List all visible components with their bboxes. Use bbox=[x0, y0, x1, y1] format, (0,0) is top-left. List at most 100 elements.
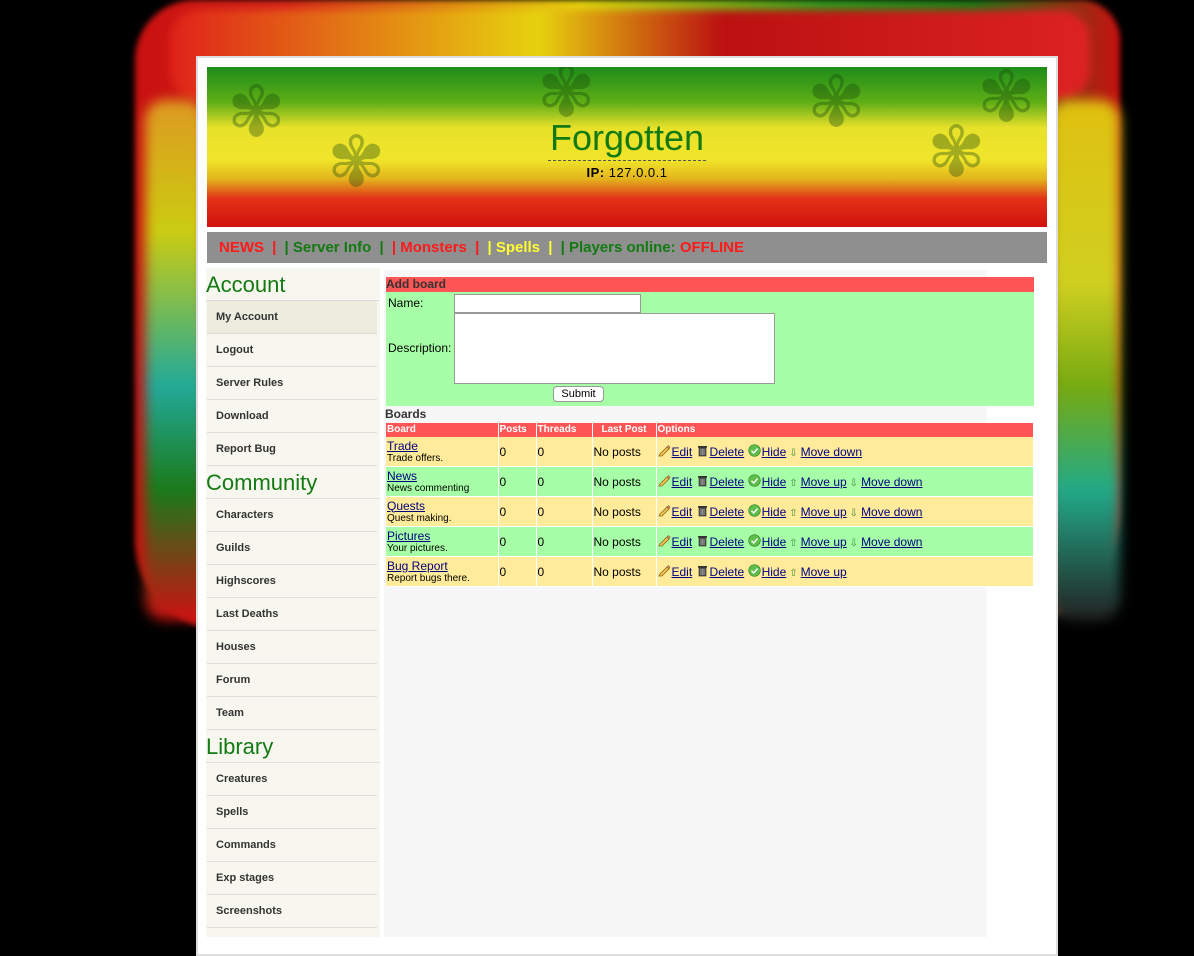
sidebar-item-download[interactable]: Download bbox=[207, 400, 377, 433]
hide-icon[interactable] bbox=[747, 444, 762, 459]
nav-separator: | bbox=[548, 239, 553, 256]
nav-separator: | bbox=[272, 239, 277, 256]
nav-monsters[interactable]: Monsters bbox=[400, 239, 467, 256]
table-row: Bug Report Report bugs there. 0 0 No posts Ed… bbox=[386, 556, 1034, 587]
board-name-link[interactable]: Quests bbox=[387, 499, 497, 513]
sidebar-item-logout[interactable]: Logout bbox=[207, 334, 377, 367]
add-board-heading: Add board bbox=[386, 277, 1034, 292]
boards-heading: Boards bbox=[385, 407, 427, 421]
arrow-down-icon[interactable]: ⇩ bbox=[850, 508, 858, 519]
delete-icon[interactable] bbox=[696, 445, 710, 459]
move-down-link[interactable]: Move down bbox=[861, 535, 922, 549]
delete-link[interactable]: Delete bbox=[710, 565, 745, 579]
hide-link[interactable]: Hide bbox=[762, 475, 787, 489]
move-up-link[interactable]: Move up bbox=[801, 535, 847, 549]
delete-link[interactable]: Delete bbox=[710, 445, 745, 459]
top-navigation: NEWS | | Server Info | | Monsters | | Sp… bbox=[207, 232, 1047, 263]
board-description: Report bugs there. bbox=[387, 572, 470, 584]
board-name-link[interactable]: Trade bbox=[387, 439, 497, 453]
sidebar-item-screenshots[interactable]: Screenshots bbox=[207, 895, 377, 928]
edit-link[interactable]: Edit bbox=[672, 505, 693, 519]
edit-link[interactable]: Edit bbox=[672, 535, 693, 549]
move-up-link[interactable]: Move up bbox=[801, 565, 847, 579]
delete-icon[interactable] bbox=[696, 505, 710, 519]
options-cell: Edit Delete Hide ⇧ Move up bbox=[656, 556, 1034, 587]
hide-icon[interactable] bbox=[747, 504, 762, 519]
boards-table: Board Posts Threads Last Post Options Tr… bbox=[386, 423, 1034, 587]
last-post-cell: No posts bbox=[592, 437, 657, 467]
options-cell: Edit Delete Hide ⇧ Move up ⇩ Move down bbox=[656, 496, 1034, 527]
last-post-cell: No posts bbox=[592, 556, 657, 587]
arrow-up-icon[interactable]: ⇧ bbox=[789, 568, 797, 579]
threads-cell: 0 bbox=[536, 496, 593, 527]
sidebar-item-team[interactable]: Team bbox=[207, 697, 377, 730]
board-name-link[interactable]: News bbox=[387, 469, 497, 483]
edit-link[interactable]: Edit bbox=[672, 565, 693, 579]
options-cell: Edit Delete Hide ⇩ Move down bbox=[656, 437, 1034, 467]
edit-icon[interactable] bbox=[657, 535, 672, 549]
hide-link[interactable]: Hide bbox=[762, 505, 787, 519]
delete-icon[interactable] bbox=[696, 475, 710, 489]
arrow-up-icon[interactable]: ⇧ bbox=[789, 508, 797, 519]
column-header: Threads bbox=[536, 423, 593, 437]
nav-spells[interactable]: Spells bbox=[496, 239, 540, 256]
arrow-up-icon[interactable]: ⇧ bbox=[789, 538, 797, 549]
site-banner: ✾ ✾ ✾ ✾ ✾ ✾ Forgotten IP: 127.0.0.1 bbox=[207, 67, 1047, 227]
sidebar-item-exp-stages[interactable]: Exp stages bbox=[207, 862, 377, 895]
edit-icon[interactable] bbox=[657, 475, 672, 489]
nav-separator: | bbox=[379, 239, 384, 256]
delete-icon[interactable] bbox=[696, 565, 710, 579]
sidebar-item-last-deaths[interactable]: Last Deaths bbox=[207, 598, 377, 631]
sidebar-item-forum[interactable]: Forum bbox=[207, 664, 377, 697]
delete-link[interactable]: Delete bbox=[710, 535, 745, 549]
arrow-down-icon[interactable]: ⇩ bbox=[789, 448, 797, 459]
hide-link[interactable]: Hide bbox=[762, 535, 787, 549]
arrow-up-icon[interactable]: ⇧ bbox=[789, 478, 797, 489]
board-description-textarea[interactable] bbox=[454, 313, 775, 384]
hide-link[interactable]: Hide bbox=[762, 445, 787, 459]
posts-cell: 0 bbox=[498, 437, 537, 467]
delete-icon[interactable] bbox=[696, 535, 710, 549]
move-down-link[interactable]: Move down bbox=[861, 475, 922, 489]
sidebar-item-highscores[interactable]: Highscores bbox=[207, 565, 377, 598]
board-name-link[interactable]: Pictures bbox=[387, 529, 497, 543]
submit-button[interactable]: Submit bbox=[553, 386, 604, 402]
last-post-cell: No posts bbox=[592, 466, 657, 497]
nav-news[interactable]: NEWS bbox=[219, 239, 264, 256]
sidebar-heading-account: Account bbox=[206, 268, 380, 301]
move-down-link[interactable]: Move down bbox=[801, 445, 862, 459]
edit-link[interactable]: Edit bbox=[672, 475, 693, 489]
edit-icon[interactable] bbox=[657, 445, 672, 459]
edit-link[interactable]: Edit bbox=[672, 445, 693, 459]
sidebar-item-creatures[interactable]: Creatures bbox=[207, 763, 377, 796]
sidebar-item-server-rules[interactable]: Server Rules bbox=[207, 367, 377, 400]
table-row: News News commenting 0 0 No posts Edit Delete… bbox=[386, 466, 1034, 497]
nav-server-info[interactable]: Server Info bbox=[293, 239, 371, 256]
move-up-link[interactable]: Move up bbox=[801, 505, 847, 519]
column-header: Last Post bbox=[592, 423, 657, 437]
board-cell: Trade Trade offers. bbox=[386, 437, 499, 467]
sidebar-item-characters[interactable]: Characters bbox=[207, 499, 377, 532]
sidebar-item-my-account[interactable]: My Account bbox=[207, 301, 377, 334]
move-up-link[interactable]: Move up bbox=[801, 475, 847, 489]
edit-icon[interactable] bbox=[657, 565, 672, 579]
sidebar: Account My Account Logout Server Rules D… bbox=[206, 268, 380, 937]
arrow-down-icon[interactable]: ⇩ bbox=[850, 538, 858, 549]
move-down-link[interactable]: Move down bbox=[861, 505, 922, 519]
hide-link[interactable]: Hide bbox=[762, 565, 787, 579]
board-cell: Pictures Your pictures. bbox=[386, 526, 499, 557]
hide-icon[interactable] bbox=[747, 474, 762, 489]
board-name-link[interactable]: Bug Report bbox=[387, 559, 497, 573]
sidebar-item-spells[interactable]: Spells bbox=[207, 796, 377, 829]
board-name-input[interactable] bbox=[454, 294, 641, 313]
delete-link[interactable]: Delete bbox=[710, 505, 745, 519]
sidebar-item-guilds[interactable]: Guilds bbox=[207, 532, 377, 565]
edit-icon[interactable] bbox=[657, 505, 672, 519]
sidebar-item-commands[interactable]: Commands bbox=[207, 829, 377, 862]
sidebar-item-report-bug[interactable]: Report Bug bbox=[207, 433, 377, 466]
delete-link[interactable]: Delete bbox=[710, 475, 745, 489]
hide-icon[interactable] bbox=[747, 534, 762, 549]
sidebar-item-houses[interactable]: Houses bbox=[207, 631, 377, 664]
hide-icon[interactable] bbox=[747, 564, 762, 579]
arrow-down-icon[interactable]: ⇩ bbox=[850, 478, 858, 489]
